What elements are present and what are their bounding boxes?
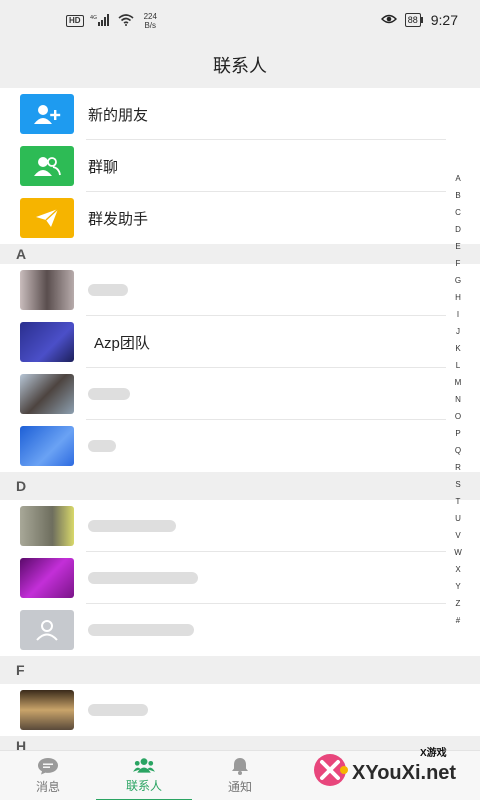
battery-level: 88 [404, 13, 421, 27]
blurred-contact-name [88, 520, 176, 532]
net-speed-unit: B/s [144, 21, 157, 30]
index-letter[interactable]: # [456, 612, 460, 629]
blurred-contact-name [88, 704, 148, 716]
contact-row[interactable] [0, 552, 480, 604]
tab-contacts[interactable]: 联系人 [96, 751, 192, 800]
broadcast-assistant-label: 群发助手 [88, 210, 149, 228]
chat-bubble-icon [38, 758, 58, 775]
index-letter[interactable]: V [455, 527, 460, 544]
net-speed: 224 B/s [144, 12, 157, 30]
add-user-icon [20, 94, 74, 134]
default-avatar-icon [20, 610, 74, 650]
blurred-contact-name [88, 388, 130, 400]
status-right: 88 9:27 [380, 12, 458, 28]
index-letter[interactable]: M [455, 374, 462, 391]
page-title: 联系人 [213, 56, 267, 76]
group-chats-item[interactable]: 群聊 [0, 140, 480, 192]
index-letter[interactable]: O [455, 408, 461, 425]
watermark: X游戏 XYouXi.net [300, 740, 480, 800]
wifi-icon [118, 13, 134, 29]
avatar [20, 558, 74, 598]
new-friends-label: 新的朋友 [88, 106, 149, 124]
contact-row[interactable] [0, 368, 480, 420]
section-header-a: A [0, 244, 480, 264]
blurred-contact-name [88, 440, 116, 452]
contact-name: Azp团队 [94, 334, 150, 352]
contact-row[interactable] [0, 604, 480, 656]
index-letter[interactable]: F [456, 255, 461, 272]
section-header-d: D [0, 472, 480, 500]
tab-messages-label: 消息 [35, 780, 60, 794]
contact-list[interactable]: 新的朋友 群聊 群发助手 A Azp团队 D F H [0, 88, 480, 750]
group-chats-label: 群聊 [88, 158, 119, 176]
index-letter[interactable]: C [455, 204, 461, 221]
status-bar: HD 4G 224 B/s 88 9:27 [0, 0, 480, 42]
alphabet-index[interactable]: A B C D E F G H I J K L M N O P Q R S T … [452, 170, 464, 629]
index-letter[interactable]: Y [455, 578, 460, 595]
blurred-contact-name [88, 572, 198, 584]
tab-notifications[interactable]: 通知 [192, 751, 288, 800]
index-letter[interactable]: B [455, 187, 460, 204]
index-letter[interactable]: Z [456, 595, 461, 612]
index-letter[interactable]: I [457, 306, 459, 323]
index-letter[interactable]: Q [455, 442, 461, 459]
blurred-contact-name [88, 624, 194, 636]
bell-icon [232, 758, 248, 775]
watermark-small-text: X游戏 [420, 748, 447, 759]
tab-notifications-label: 通知 [227, 780, 252, 794]
hd-badge: HD [66, 15, 84, 27]
index-letter[interactable]: W [454, 544, 462, 561]
net-speed-value: 224 [143, 12, 157, 21]
avatar [20, 270, 74, 310]
index-letter[interactable]: S [455, 476, 460, 493]
contact-row[interactable] [0, 420, 480, 472]
index-letter[interactable]: X [455, 561, 460, 578]
section-header-f: F [0, 656, 480, 684]
contact-row[interactable]: Azp团队 [0, 316, 480, 368]
gamepad-logo-icon [314, 754, 348, 786]
paper-plane-icon [20, 198, 74, 238]
avatar [20, 506, 74, 546]
avatar [20, 690, 74, 730]
index-letter[interactable]: H [455, 289, 461, 306]
index-letter[interactable]: A [455, 170, 460, 187]
index-letter[interactable]: P [455, 425, 460, 442]
avatar [20, 426, 74, 466]
group-icon [20, 146, 74, 186]
contact-row[interactable] [0, 264, 480, 316]
signal-label: 4G [90, 15, 97, 21]
tab-messages[interactable]: 消息 [0, 751, 96, 800]
avatar [20, 374, 74, 414]
tab-contacts-label: 联系人 [125, 779, 162, 793]
index-letter[interactable]: U [455, 510, 461, 527]
status-left: HD 4G 224 B/s [66, 12, 157, 30]
index-letter[interactable]: J [456, 323, 460, 340]
index-letter[interactable]: K [455, 340, 460, 357]
battery-icon: 88 [404, 13, 423, 27]
blurred-contact-name [88, 284, 128, 296]
watermark-text: XYouXi.net [352, 762, 457, 784]
contact-row[interactable] [0, 684, 480, 736]
index-letter[interactable]: D [455, 221, 461, 238]
clock: 9:27 [430, 12, 458, 28]
index-letter[interactable]: N [455, 391, 461, 408]
index-letter[interactable]: G [455, 272, 461, 289]
title-bar: 联系人 [0, 42, 480, 88]
index-letter[interactable]: R [455, 459, 461, 476]
contacts-icon [133, 758, 155, 773]
avatar [20, 322, 74, 362]
new-friends-item[interactable]: 新的朋友 [0, 88, 480, 140]
broadcast-assistant-item[interactable]: 群发助手 [0, 192, 480, 244]
index-letter[interactable]: T [456, 493, 461, 510]
index-letter[interactable]: E [455, 238, 460, 255]
eye-icon [380, 12, 397, 28]
signal-icon: 4G [90, 13, 112, 29]
contact-row[interactable] [0, 500, 480, 552]
index-letter[interactable]: L [456, 357, 460, 374]
